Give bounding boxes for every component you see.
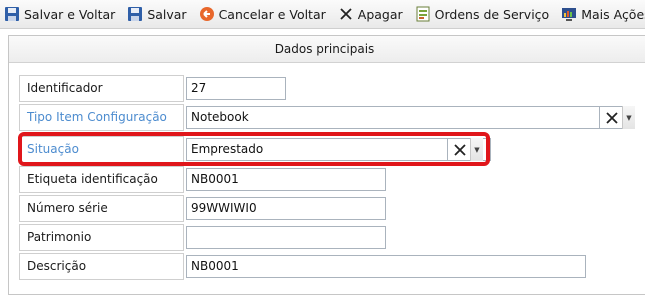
row-identificador: Identificador 27 — [19, 75, 319, 102]
row-patrimonio: Patrimonio — [19, 224, 419, 251]
row-numero-serie: Número série 99WWIWI0 — [19, 195, 419, 222]
x-icon — [338, 6, 354, 22]
tipo-item-value: Notebook — [191, 110, 249, 124]
tipo-item-clear-icon[interactable] — [599, 106, 623, 129]
identificador-input[interactable]: 27 — [186, 77, 286, 100]
situacao-value: Emprestado — [191, 142, 264, 156]
cancel-and-back-label: Cancelar e Voltar — [218, 6, 326, 22]
situacao-label[interactable]: Situação — [19, 136, 184, 163]
delete-label: Apagar — [357, 6, 403, 22]
save-label: Salvar — [147, 6, 187, 22]
panel-title: Dados principais — [9, 36, 645, 63]
tipo-item-label[interactable]: Tipo Item Configuração — [19, 104, 184, 131]
delete-button[interactable]: Apagar — [334, 0, 407, 29]
situacao-combo[interactable]: Emprestado — [186, 138, 491, 161]
numero-serie-label: Número série — [19, 195, 184, 222]
service-orders-label: Ordens de Serviço — [434, 6, 550, 22]
identificador-label: Identificador — [19, 75, 184, 102]
row-etiqueta: Etiqueta identificação NB0001 — [19, 166, 419, 193]
descricao-label: Descrição — [19, 253, 184, 280]
monitor-chart-icon — [561, 6, 577, 22]
descricao-input[interactable]: NB0001 — [186, 255, 586, 278]
toolbar: Salvar e Voltar Salvar Cancelar e Voltar… — [0, 0, 645, 29]
patrimonio-input[interactable] — [186, 226, 386, 249]
etiqueta-input[interactable]: NB0001 — [186, 168, 386, 191]
floppy-disk-icon — [4, 6, 20, 22]
row-situacao: Situação Emprestado ▼ — [19, 136, 499, 163]
more-actions-label: Mais Ações — [581, 6, 645, 22]
document-grid-icon — [415, 6, 431, 22]
cancel-circle-icon — [199, 6, 215, 22]
situacao-dropdown-icon[interactable]: ▼ — [470, 138, 483, 161]
save-and-back-label: Salvar e Voltar — [24, 6, 116, 22]
row-tipo-item: Tipo Item Configuração Notebook ▼ — [19, 104, 639, 131]
row-descricao: Descrição NB0001 — [19, 253, 619, 280]
more-actions-button[interactable]: Mais Ações ▼ — [557, 0, 645, 29]
save-and-back-button[interactable]: Salvar e Voltar — [0, 0, 119, 29]
patrimonio-label: Patrimonio — [19, 224, 184, 251]
situacao-clear-icon[interactable] — [447, 138, 471, 161]
etiqueta-label: Etiqueta identificação — [19, 166, 184, 193]
cancel-and-back-button[interactable]: Cancelar e Voltar — [195, 0, 330, 29]
floppy-disk-icon — [127, 6, 143, 22]
tipo-item-dropdown-icon[interactable]: ▼ — [622, 106, 635, 129]
service-orders-button[interactable]: Ordens de Serviço — [411, 0, 554, 29]
numero-serie-input[interactable]: 99WWIWI0 — [186, 197, 386, 220]
tipo-item-combo[interactable]: Notebook — [186, 106, 635, 129]
save-button[interactable]: Salvar — [123, 0, 190, 29]
